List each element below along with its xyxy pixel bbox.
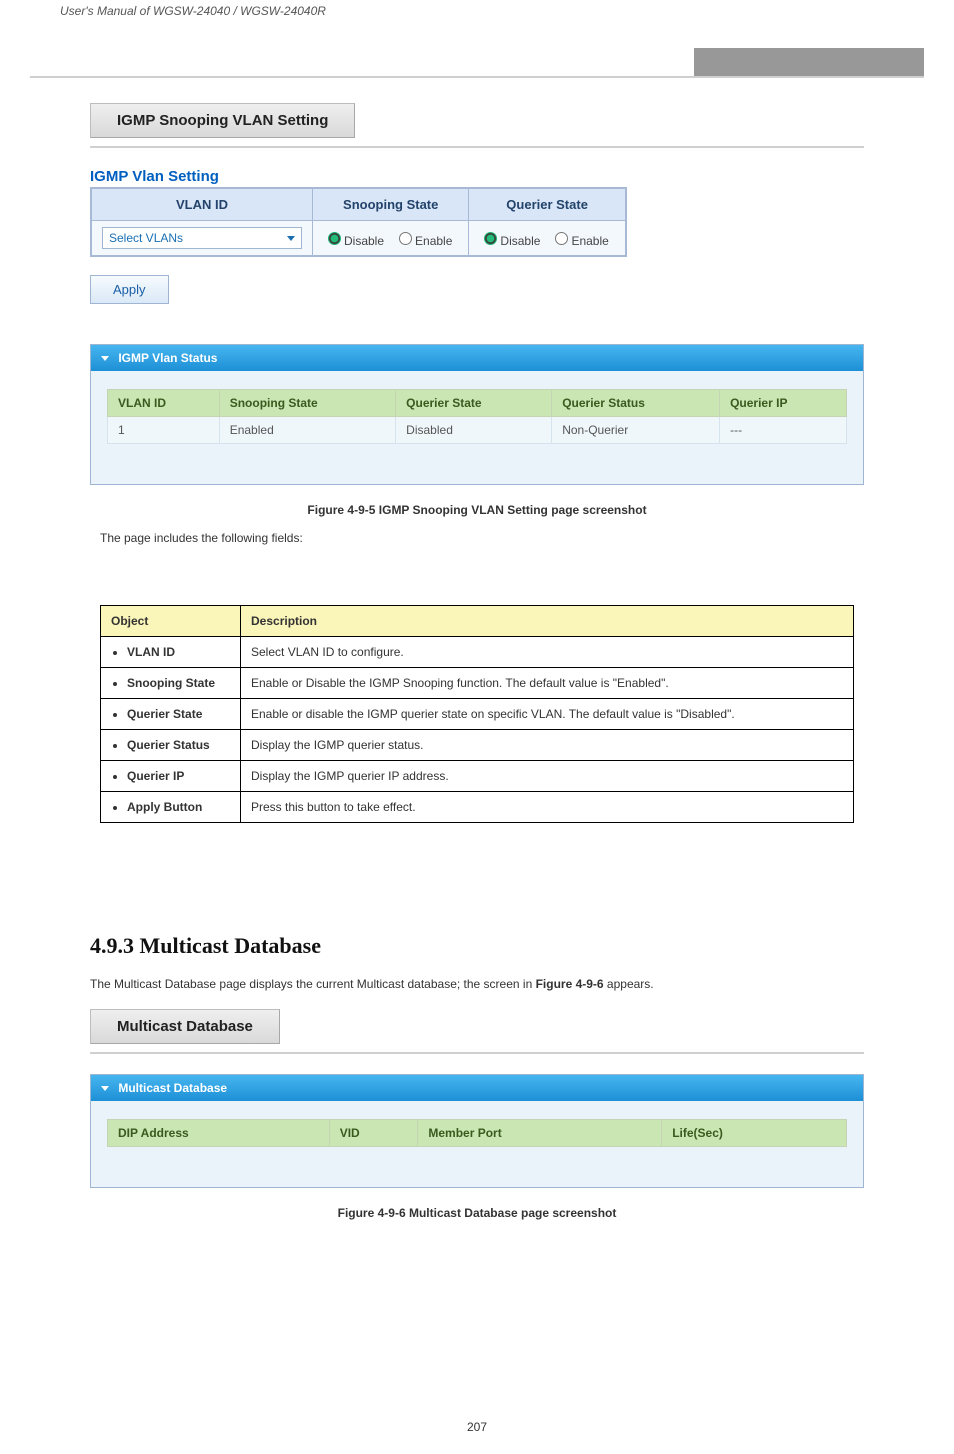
doc-header: User's Manual of WGSW-24040 / WGSW-24040…	[30, 0, 924, 18]
subsection-lead: The Multicast Database page displays the…	[90, 977, 864, 991]
top-bar-right-block	[694, 48, 924, 76]
obj-2: Querier State	[127, 707, 230, 721]
form-title: IGMP Vlan Setting	[90, 168, 864, 185]
snooping-enable-label: Enable	[415, 234, 452, 248]
page-number: 207	[30, 1420, 924, 1434]
querier-enable-radio[interactable]	[555, 232, 568, 245]
querier-disable-radio[interactable]	[484, 232, 497, 245]
mc-col-dip: DIP Address	[108, 1120, 330, 1147]
obj-head-desc: Description	[241, 606, 854, 637]
querier-enable-option[interactable]: Enable	[550, 229, 608, 248]
mc-col-member: Member Port	[418, 1120, 662, 1147]
cell-snooping: Enabled	[219, 417, 395, 444]
igmp-setting-form: VLAN ID Snooping State Querier State Sel…	[90, 187, 627, 257]
snooping-disable-radio[interactable]	[328, 232, 341, 245]
multicast-db-panel: Multicast Database DIP Address VID Membe…	[90, 1074, 864, 1188]
multicast-db-header[interactable]: Multicast Database	[91, 1075, 863, 1101]
igmp-status-panel-title: IGMP Vlan Status	[118, 351, 217, 365]
col-querier-state: Querier State	[469, 188, 626, 221]
caret-down-icon	[101, 356, 109, 361]
section-title-igmp: IGMP Snooping VLAN Setting	[90, 103, 355, 138]
chevron-down-icon	[287, 236, 295, 241]
obj-0: VLAN ID	[127, 645, 230, 659]
querier-radio-group: Disable Enable	[479, 229, 614, 248]
igmp-status-panel: IGMP Vlan Status VLAN ID Snooping State …	[90, 344, 864, 485]
vlan-select[interactable]: Select VLANs	[102, 227, 302, 249]
section-divider-1	[90, 146, 864, 148]
obj-5: Apply Button	[127, 800, 230, 814]
vlan-select-label: Select VLANs	[109, 231, 183, 245]
desc-2: Enable or disable the IGMP querier state…	[241, 699, 854, 730]
obj-head-object: Object	[101, 606, 241, 637]
table-row: 1 Enabled Disabled Non-Querier ---	[108, 417, 847, 444]
igmp-status-table: VLAN ID Snooping State Querier State Que…	[107, 389, 847, 444]
snooping-radio-group: Disable Enable	[323, 229, 458, 248]
cell-vlan: 1	[108, 417, 220, 444]
obj-3: Querier Status	[127, 738, 230, 752]
section-title-multicast: Multicast Database	[90, 1009, 280, 1044]
obj-1: Snooping State	[127, 676, 230, 690]
section-title-wrap-2: Multicast Database	[90, 1009, 864, 1044]
snooping-enable-option[interactable]: Enable	[394, 229, 452, 248]
cell-querier: Disabled	[396, 417, 552, 444]
table-row: Querier State Enable or disable the IGMP…	[101, 699, 854, 730]
col-vlan-id: VLAN ID	[91, 188, 313, 221]
table-row: Querier IP Display the IGMP querier IP a…	[101, 761, 854, 792]
cell-qstatus: Non-Querier	[552, 417, 720, 444]
querier-disable-option[interactable]: Disable	[479, 229, 540, 248]
snooping-enable-radio[interactable]	[399, 232, 412, 245]
desc-3: Display the IGMP querier status.	[241, 730, 854, 761]
section-divider-2	[90, 1052, 864, 1054]
figure-caption-1: Figure 4-9-5 IGMP Snooping VLAN Setting …	[30, 503, 924, 517]
status-col-qstatus: Querier Status	[552, 390, 720, 417]
querier-enable-label: Enable	[571, 234, 608, 248]
status-col-vlan: VLAN ID	[108, 390, 220, 417]
mc-col-life: Life(Sec)	[662, 1120, 847, 1147]
subsection-heading: 4.9.3 Multicast Database	[90, 933, 864, 959]
table-row: Snooping State Enable or Disable the IGM…	[101, 668, 854, 699]
table-row: Querier Status Display the IGMP querier …	[101, 730, 854, 761]
desc-1: Enable or Disable the IGMP Snooping func…	[241, 668, 854, 699]
multicast-db-title: Multicast Database	[118, 1081, 227, 1095]
section-title-wrap: IGMP Snooping VLAN Setting	[90, 103, 864, 138]
caret-down-icon	[101, 1086, 109, 1091]
multicast-db-table: DIP Address VID Member Port Life(Sec)	[107, 1119, 847, 1147]
status-col-snooping: Snooping State	[219, 390, 395, 417]
snooping-disable-option[interactable]: Disable	[323, 229, 384, 248]
querier-disable-label: Disable	[500, 234, 540, 248]
table-row: Apply Button Press this button to take e…	[101, 792, 854, 823]
figure-caption-2: Figure 4-9-6 Multicast Database page scr…	[30, 1206, 924, 1220]
col-snooping-state: Snooping State	[313, 188, 469, 221]
lead-in-text: The page includes the following fields:	[100, 531, 924, 545]
object-description-table: Object Description VLAN ID Select VLAN I…	[100, 605, 854, 823]
status-col-qip: Querier IP	[720, 390, 847, 417]
table-row: VLAN ID Select VLAN ID to configure.	[101, 637, 854, 668]
snooping-disable-label: Disable	[344, 234, 384, 248]
cell-qip: ---	[720, 417, 847, 444]
obj-4: Querier IP	[127, 769, 230, 783]
mc-col-vid: VID	[329, 1120, 418, 1147]
apply-button[interactable]: Apply	[90, 275, 169, 304]
igmp-status-panel-header[interactable]: IGMP Vlan Status	[91, 345, 863, 371]
top-divider	[30, 76, 924, 78]
desc-0: Select VLAN ID to configure.	[241, 637, 854, 668]
desc-4: Display the IGMP querier IP address.	[241, 761, 854, 792]
top-bar	[30, 48, 924, 76]
status-col-querier: Querier State	[396, 390, 552, 417]
desc-5: Press this button to take effect.	[241, 792, 854, 823]
